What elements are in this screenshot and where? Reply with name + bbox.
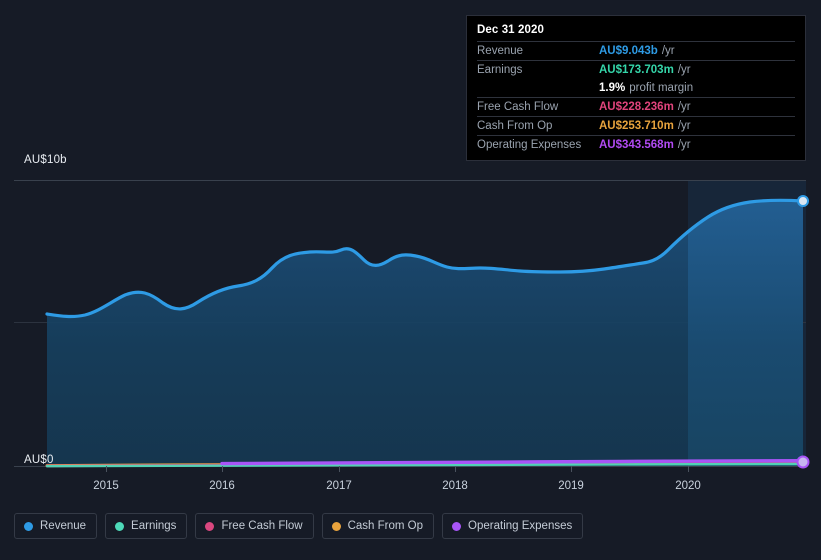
tooltip-row-amount: AU$173.703m — [599, 64, 674, 76]
tooltip-row-unit: /yr — [661, 45, 675, 57]
x-axis-label-2020: 2020 — [675, 480, 701, 492]
endpoint-marker-near-zero — [796, 455, 810, 469]
tooltip-row: Free Cash Flow AU$228.236m/yr — [477, 97, 795, 116]
tooltip-row-amount: AU$9.043b — [599, 45, 658, 57]
tooltip-row-amount: AU$253.710m — [599, 120, 674, 132]
tooltip-row-unit: /yr — [677, 139, 691, 151]
endpoint-marker-revenue — [797, 195, 809, 207]
tooltip-row-value: AU$343.568m/yr — [599, 138, 691, 152]
tooltip-row-label: Revenue — [477, 45, 524, 57]
x-axis-label-2017: 2017 — [326, 480, 352, 492]
legend-label: Free Cash Flow — [221, 520, 303, 532]
legend-item-earnings[interactable]: Earnings — [105, 513, 188, 539]
tooltip-row-unit: /yr — [677, 120, 691, 132]
x-axis-label-2019: 2019 — [558, 480, 584, 492]
legend-item-free-cash-flow[interactable]: Free Cash Flow — [195, 513, 314, 539]
tooltip-row-value: AU$228.236m/yr — [599, 100, 691, 114]
y-axis-label-top: AU$10b — [24, 154, 67, 166]
legend-dot-icon — [452, 521, 462, 531]
tooltip-row: Operating Expenses AU$343.568m/yr — [477, 135, 795, 154]
chart-legend: Revenue Earnings Free Cash Flow Cash From O… — [14, 513, 584, 539]
tooltip-row-label: Free Cash Flow — [477, 101, 559, 113]
y-axis-label-zero: AU$0 — [24, 454, 54, 466]
tooltip-row-value: AU$9.043b/yr — [599, 44, 675, 58]
legend-label: Earnings — [131, 520, 177, 532]
chart-page: AU$10b AU$0 2015 2016 2017 2018 2019 202… — [0, 0, 821, 560]
legend-dot-icon — [331, 521, 341, 531]
legend-item-revenue[interactable]: Revenue — [14, 513, 98, 539]
tooltip-row: Earnings AU$173.703m/yr — [477, 60, 795, 79]
legend-label: Revenue — [40, 520, 87, 532]
legend-item-cash-from-op[interactable]: Cash From Op — [321, 513, 435, 539]
tooltip-row-value: 1.9% profit margin — [599, 81, 693, 95]
tooltip-row: Revenue AU$9.043b/yr — [477, 41, 795, 60]
tooltip-row-unit: /yr — [677, 101, 691, 113]
tooltip-date: Dec 31 2020 — [477, 24, 544, 36]
tooltip-row-label: Earnings — [477, 64, 523, 76]
legend-label: Operating Expenses — [468, 520, 573, 532]
legend-dot-icon — [205, 521, 215, 531]
tooltip-row-amount: 1.9% — [599, 82, 626, 94]
tooltip-row-value: AU$253.710m/yr — [599, 119, 691, 133]
tooltip-row-value: AU$173.703m/yr — [599, 63, 691, 77]
legend-item-operating-expenses[interactable]: Operating Expenses — [442, 513, 584, 539]
legend-label: Cash From Op — [347, 520, 424, 532]
legend-dot-icon — [24, 521, 33, 531]
tooltip-row-label: Operating Expenses — [477, 139, 582, 151]
x-axis-label-2018: 2018 — [442, 480, 468, 492]
tooltip-row: Cash From Op AU$253.710m/yr — [477, 116, 795, 135]
legend-dot-icon — [115, 521, 125, 531]
tooltip-row: 1.9% profit margin — [477, 79, 795, 97]
tooltip-row-unit: profit margin — [629, 82, 694, 94]
tooltip-row-label: Cash From Op — [477, 120, 553, 132]
x-axis-label-2015: 2015 — [93, 480, 119, 492]
tooltip-rows: Revenue AU$9.043b/yr Earnings AU$173.703m/y… — [477, 41, 795, 154]
tooltip-row-unit: /yr — [677, 64, 691, 76]
chart-tooltip: Dec 31 2020 Revenue AU$9.043b/yr Earnings A… — [466, 15, 806, 161]
tooltip-row-amount: AU$228.236m — [599, 101, 674, 113]
x-axis-label-2016: 2016 — [209, 480, 235, 492]
tooltip-row-amount: AU$343.568m — [599, 139, 674, 151]
